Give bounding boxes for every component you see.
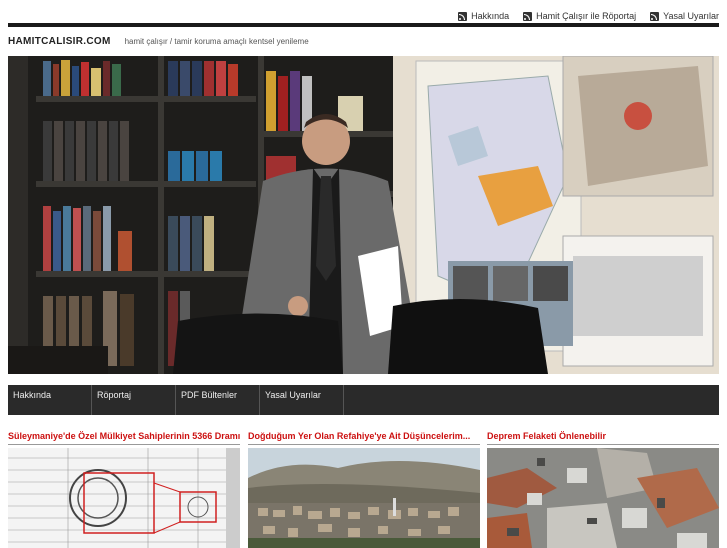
article-card-1: Süleymaniye'de Özel Mülkiyet Sahiplerini… [8,431,240,548]
nav-item-roportaj[interactable]: Röportaj [92,385,176,415]
article-thumbnail[interactable] [487,448,719,548]
site-logo[interactable]: HAMITCALISIR.COM [8,36,111,47]
article-title[interactable]: Süleymaniye'de Özel Mülkiyet Sahiplerini… [8,431,240,442]
nav-item-pdf-bultenler[interactable]: PDF Bültenler [176,385,260,415]
top-link-yasal[interactable]: Yasal Uyarılar [650,11,719,21]
main-nav: Hakkında Röportaj PDF Bültenler Yasal Uy… [8,385,719,415]
article-thumbnail[interactable] [8,448,240,548]
hero-image [8,56,719,374]
rss-icon [458,11,468,21]
article-title[interactable]: Deprem Felaketi Önlenebilir [487,431,719,442]
article-card-2: Doğduğum Yer Olan Refahiye'ye Ait Düşünc… [248,431,480,548]
header-rule [8,23,719,27]
hero-photo [8,56,719,374]
nav-item-yasal-uyarilar[interactable]: Yasal Uyarılar [260,385,344,415]
top-link-label: Yasal Uyarılar [663,11,719,21]
top-link-roportaj[interactable]: Hamit Çalışır ile Röportaj [523,11,636,21]
top-link-hakkinda[interactable]: Hakkında [458,11,509,21]
top-nav: Hakkında Hamit Çalışır ile Röportaj Yasa… [458,8,719,24]
divider [248,444,480,445]
divider [487,444,719,445]
article-title[interactable]: Doğduğum Yer Olan Refahiye'ye Ait Düşünc… [248,431,480,442]
divider [8,444,240,445]
article-thumbnail[interactable] [248,448,480,548]
rss-icon [523,11,533,21]
nav-item-hakkinda[interactable]: Hakkında [8,385,92,415]
site-branding: HAMITCALISIR.COM hamit çalışır / tamir k… [8,36,309,47]
top-link-label: Hakkında [471,11,510,21]
top-link-label: Hamit Çalışır ile Röportaj [536,11,637,21]
rss-icon [650,11,660,21]
article-card-3: Deprem Felaketi Önlenebilir [487,431,719,548]
site-tagline: hamit çalışır / tamir koruma amaçlı kent… [124,37,309,46]
